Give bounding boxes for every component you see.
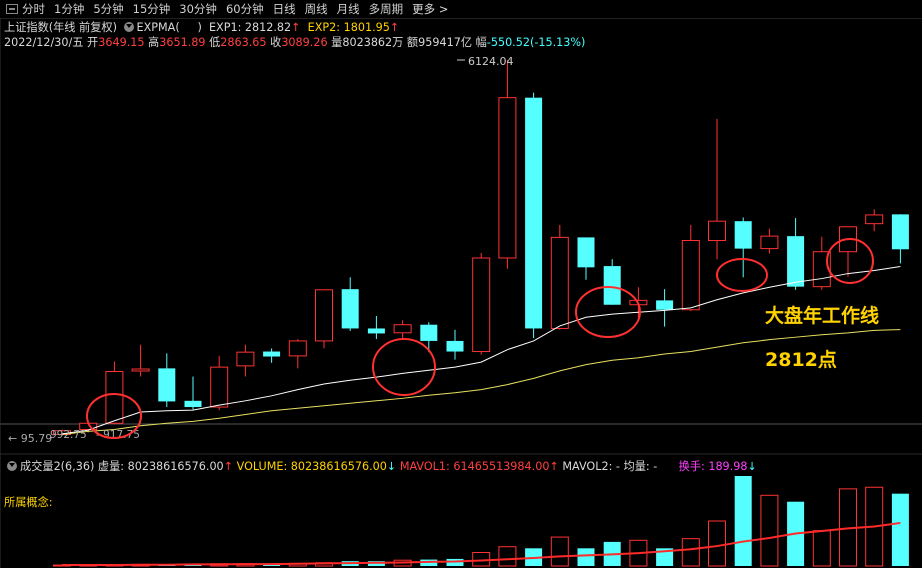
candle-body [603, 266, 621, 305]
candle-body [550, 236, 569, 329]
concept-label: 所属概念: [4, 496, 53, 509]
low-label-left: ← 95.79 [8, 432, 52, 445]
candle-body [131, 368, 150, 372]
candle-body [341, 289, 359, 329]
junliang-value: 均量: - [623, 460, 658, 473]
candle-body [681, 240, 700, 311]
candle-body [498, 97, 517, 259]
candle-body [734, 221, 752, 249]
candle-body [656, 300, 674, 310]
candle-body [288, 340, 307, 357]
candle-body [263, 351, 281, 357]
volume-bar [498, 546, 517, 567]
volume-bars-layer [53, 476, 909, 567]
volume-bar [708, 520, 726, 567]
candle-body [472, 257, 491, 353]
candle-body [367, 328, 385, 334]
candle-body [210, 366, 229, 408]
dropdown-icon[interactable] [7, 461, 17, 471]
candle-body [184, 400, 202, 408]
volume-indicator-name[interactable]: 成交量2(6,36) [20, 460, 94, 473]
candle-body [315, 289, 333, 342]
highlight-circle [716, 258, 768, 292]
candle-body [525, 97, 543, 329]
candle-body [105, 370, 124, 424]
peak-label: 6124.04 [468, 55, 514, 68]
candle-body [787, 236, 805, 287]
down-arrow-icon: ↓ [747, 460, 757, 473]
candle-body [760, 235, 779, 250]
candle-body [158, 368, 176, 402]
candle-body [708, 220, 726, 242]
candle-body [446, 340, 464, 352]
mavol1-value: MAVOL1: 61465513984.00 [399, 460, 550, 473]
xuliang-value: 虚量: 80238616576.00 [97, 460, 224, 473]
down-arrow-icon: ↓ [386, 460, 397, 473]
candle-body [393, 324, 412, 334]
up-arrow-icon: ↑ [223, 460, 234, 473]
candle-body [420, 324, 438, 341]
volume-bar [891, 493, 909, 566]
volume-bar [812, 530, 831, 567]
volume-header: 成交量2(6,36) 虚量: 80238616576.00↑ VOLUME: 8… [4, 458, 757, 474]
low-label-mid: 992.75 [50, 429, 87, 441]
candle-body [236, 351, 255, 367]
candles-layer [53, 60, 909, 437]
work-line-label: 大盘年工作线 [765, 304, 879, 327]
candle-body [891, 214, 909, 250]
mavol2-value: MAVOL2: - [562, 460, 620, 473]
highlight-circle [372, 338, 436, 396]
kline-chart[interactable]: 6124.04 ← 95.79 992.75 - 917.75 大盘年工作线 2… [0, 0, 922, 568]
volume-bar [734, 476, 752, 566]
volume-bar [550, 536, 569, 567]
volume-value: VOLUME: 80238616576.00 [236, 460, 387, 473]
volume-bar [577, 548, 595, 566]
candle-body [577, 237, 595, 268]
volume-bar [760, 494, 779, 567]
up-arrow-icon: ↑ [549, 460, 559, 473]
turnover-value: 换手: 189.98 [678, 460, 748, 473]
volume-bar [681, 538, 700, 567]
candle-body [865, 214, 884, 225]
point-label: 2812点 [765, 349, 837, 371]
